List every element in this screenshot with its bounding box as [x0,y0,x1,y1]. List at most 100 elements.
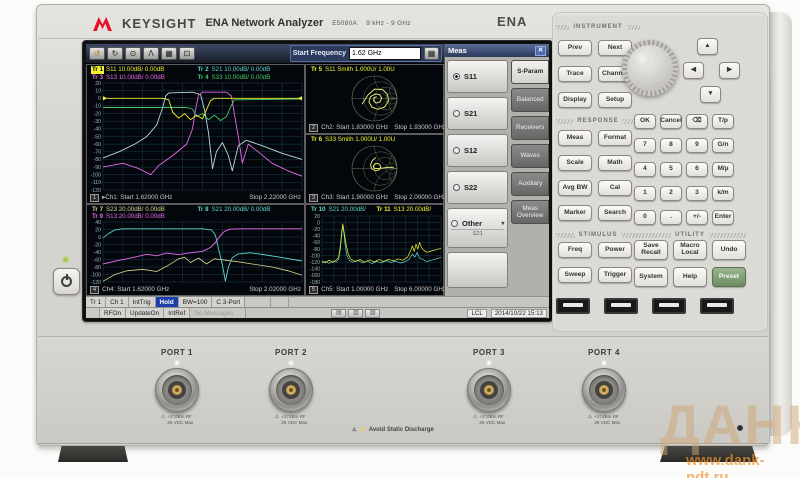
trace-label[interactable]: Tr 1S11 10.00dB/ 0.00dB [91,66,197,74]
svg-text:-20: -20 [94,111,102,117]
usb-port [652,298,686,314]
trace-label[interactable]: Tr 9S13 20.00dB/ 0.00dB [91,213,197,220]
btn-k-m[interactable]: k/m [712,186,734,201]
trace-label[interactable]: Tr 3S13 10.00dB/ 0.00dB [91,74,197,82]
softkey-title: Meas [448,46,467,55]
trace-label[interactable]: Tr 11S13 20.00dB/ [376,206,442,214]
trace-label[interactable]: Tr 5S11 Smith 1.000U/ 1.00U [310,66,441,74]
btn-help[interactable]: Help [673,267,707,287]
btn-format[interactable]: Format [598,130,632,146]
redo-icon[interactable]: ↻ [107,47,123,60]
arrow-down-button[interactable]: ▼ [700,86,721,103]
trace-label[interactable]: Tr 2S21 10.00dB/ 0.00dB [197,66,303,74]
btn-8[interactable]: 8 [660,138,682,153]
port-1: PORT 1 ⚠+27dBm RF26 VDC Max [147,348,207,425]
btn-marker[interactable]: Marker [558,205,592,221]
keypad-icon[interactable]: ▦ [424,47,439,60]
arrow-left-button[interactable]: ◀ [683,62,704,79]
trace-label[interactable]: Tr 7S23 20.00dB/ 0.00dB [91,206,197,213]
btn-plus-minus[interactable]: +/- [686,210,708,225]
btn-scale[interactable]: Scale [558,155,592,171]
svg-text:-20: -20 [313,227,321,233]
btn-0[interactable]: 0 [634,210,656,225]
btn-avg-bw[interactable]: Avg BW [558,180,592,196]
svg-text:-100: -100 [310,253,320,259]
response-buttons: Meas Format Scale Math Avg BW Cal Marker Search [558,130,632,221]
product-range: 9 kHz - 9 GHz [366,20,411,27]
screenshot-icon[interactable]: ⊙ [125,47,141,60]
btn-5[interactable]: 5 [660,162,682,177]
port-led [175,361,179,365]
start-frequency-group: Start Frequency 1.62 GHz ▦ [290,45,442,62]
port-warning: ⚠+27dBm RF26 VDC Max [459,414,519,425]
btn-setup[interactable]: Setup [598,92,632,108]
btn-math[interactable]: Math [598,155,632,171]
softkey-other[interactable]: Other▾S21 [447,208,508,248]
power-button[interactable] [53,268,80,295]
lock-icon[interactable]: ⊡ [179,47,195,60]
start-frequency-label: Start Frequency [293,50,346,57]
btn-freq[interactable]: Freq [558,242,592,258]
tab-waves[interactable]: Waves [511,144,549,168]
tab-balanced[interactable]: Balanced [511,88,549,112]
btn-sweep[interactable]: Sweep [558,267,592,283]
softkey-s21[interactable]: S21 [447,97,508,130]
radio-icon [453,110,460,117]
btn-meas[interactable]: Meas [558,130,592,146]
btn-cal[interactable]: Cal [598,180,632,196]
zoom-window-icon[interactable]: ▦ [161,47,177,60]
btn-6[interactable]: 6 [686,162,708,177]
btn-7[interactable]: 7 [634,138,656,153]
tab-meas-overview[interactable]: Meas Overview [511,200,549,224]
btn-3[interactable]: 3 [686,186,708,201]
status-hold: Hold [156,297,179,307]
undo-icon[interactable]: ↺ [89,47,105,60]
usb-port [556,298,590,314]
btn-prev[interactable]: Prev [558,40,592,56]
arrow-up-button[interactable]: ▲ [697,38,718,55]
trace-label[interactable]: Tr 8S21 20.00dB/ 0.00dB [197,206,303,213]
btn-power[interactable]: Power [598,242,632,258]
btn-macro-local[interactable]: Macro Local [673,240,707,260]
svg-text:-120: -120 [310,260,320,266]
status-intref: IntRef [164,308,190,318]
start-frequency-input[interactable]: 1.62 GHz [349,47,421,60]
tab-auxiliary[interactable]: Auxiliary [511,172,549,196]
rotary-knob[interactable] [622,40,678,96]
btn-4[interactable]: 4 [634,162,656,177]
btn-save-recall[interactable]: Save Recall [634,240,668,260]
btn-trace[interactable]: Trace [558,66,592,82]
btn-display[interactable]: Display [558,92,592,108]
arrow-right-button[interactable]: ▶ [719,62,740,79]
btn-m-micro[interactable]: M/µ [712,162,734,177]
btn-undo[interactable]: Undo [712,240,746,260]
btn-t-p[interactable]: T/p [712,114,734,129]
keysight-logo-icon [92,15,113,32]
trace-label[interactable]: Tr 4S33 10.00dB/ 0.00dB [197,74,303,82]
trace-label[interactable]: Tr 10S21 20.00dB/ [310,206,376,214]
btn-ok[interactable]: OK [634,114,656,129]
tab-receivers[interactable]: Receivers [511,116,549,140]
btn-cancel[interactable]: Cancel [660,114,682,129]
btn-enter[interactable]: Enter [712,210,734,225]
btn-1[interactable]: 1 [634,186,656,201]
svg-text:-60: -60 [94,142,102,148]
btn-backspace[interactable]: ⌫ [686,114,708,129]
btn-system[interactable]: System [634,267,668,287]
trace-label[interactable]: Tr 6S33 Smith 1.000U/ 1.00U [310,136,441,144]
tab-s-param[interactable]: S-Param [511,60,549,84]
btn-decimal[interactable]: . [660,210,682,225]
softkey-s22[interactable]: S22 [447,171,508,204]
softkey-s11[interactable]: S11 [447,60,508,93]
btn-preset[interactable]: Preset [712,267,746,287]
rectangular-plot: 40200-20-40-60-80-100-120 [87,220,304,284]
softkey-blank[interactable] [447,252,508,288]
close-icon[interactable]: ✕ [535,46,546,56]
softkey-s12[interactable]: S12 [447,134,508,167]
peak-marker-icon[interactable]: Λ [143,47,159,60]
btn-9[interactable]: 9 [686,138,708,153]
btn-2[interactable]: 2 [660,186,682,201]
btn-search[interactable]: Search [598,205,632,221]
btn-g-n[interactable]: G/n [712,138,734,153]
btn-trigger[interactable]: Trigger [598,267,632,283]
